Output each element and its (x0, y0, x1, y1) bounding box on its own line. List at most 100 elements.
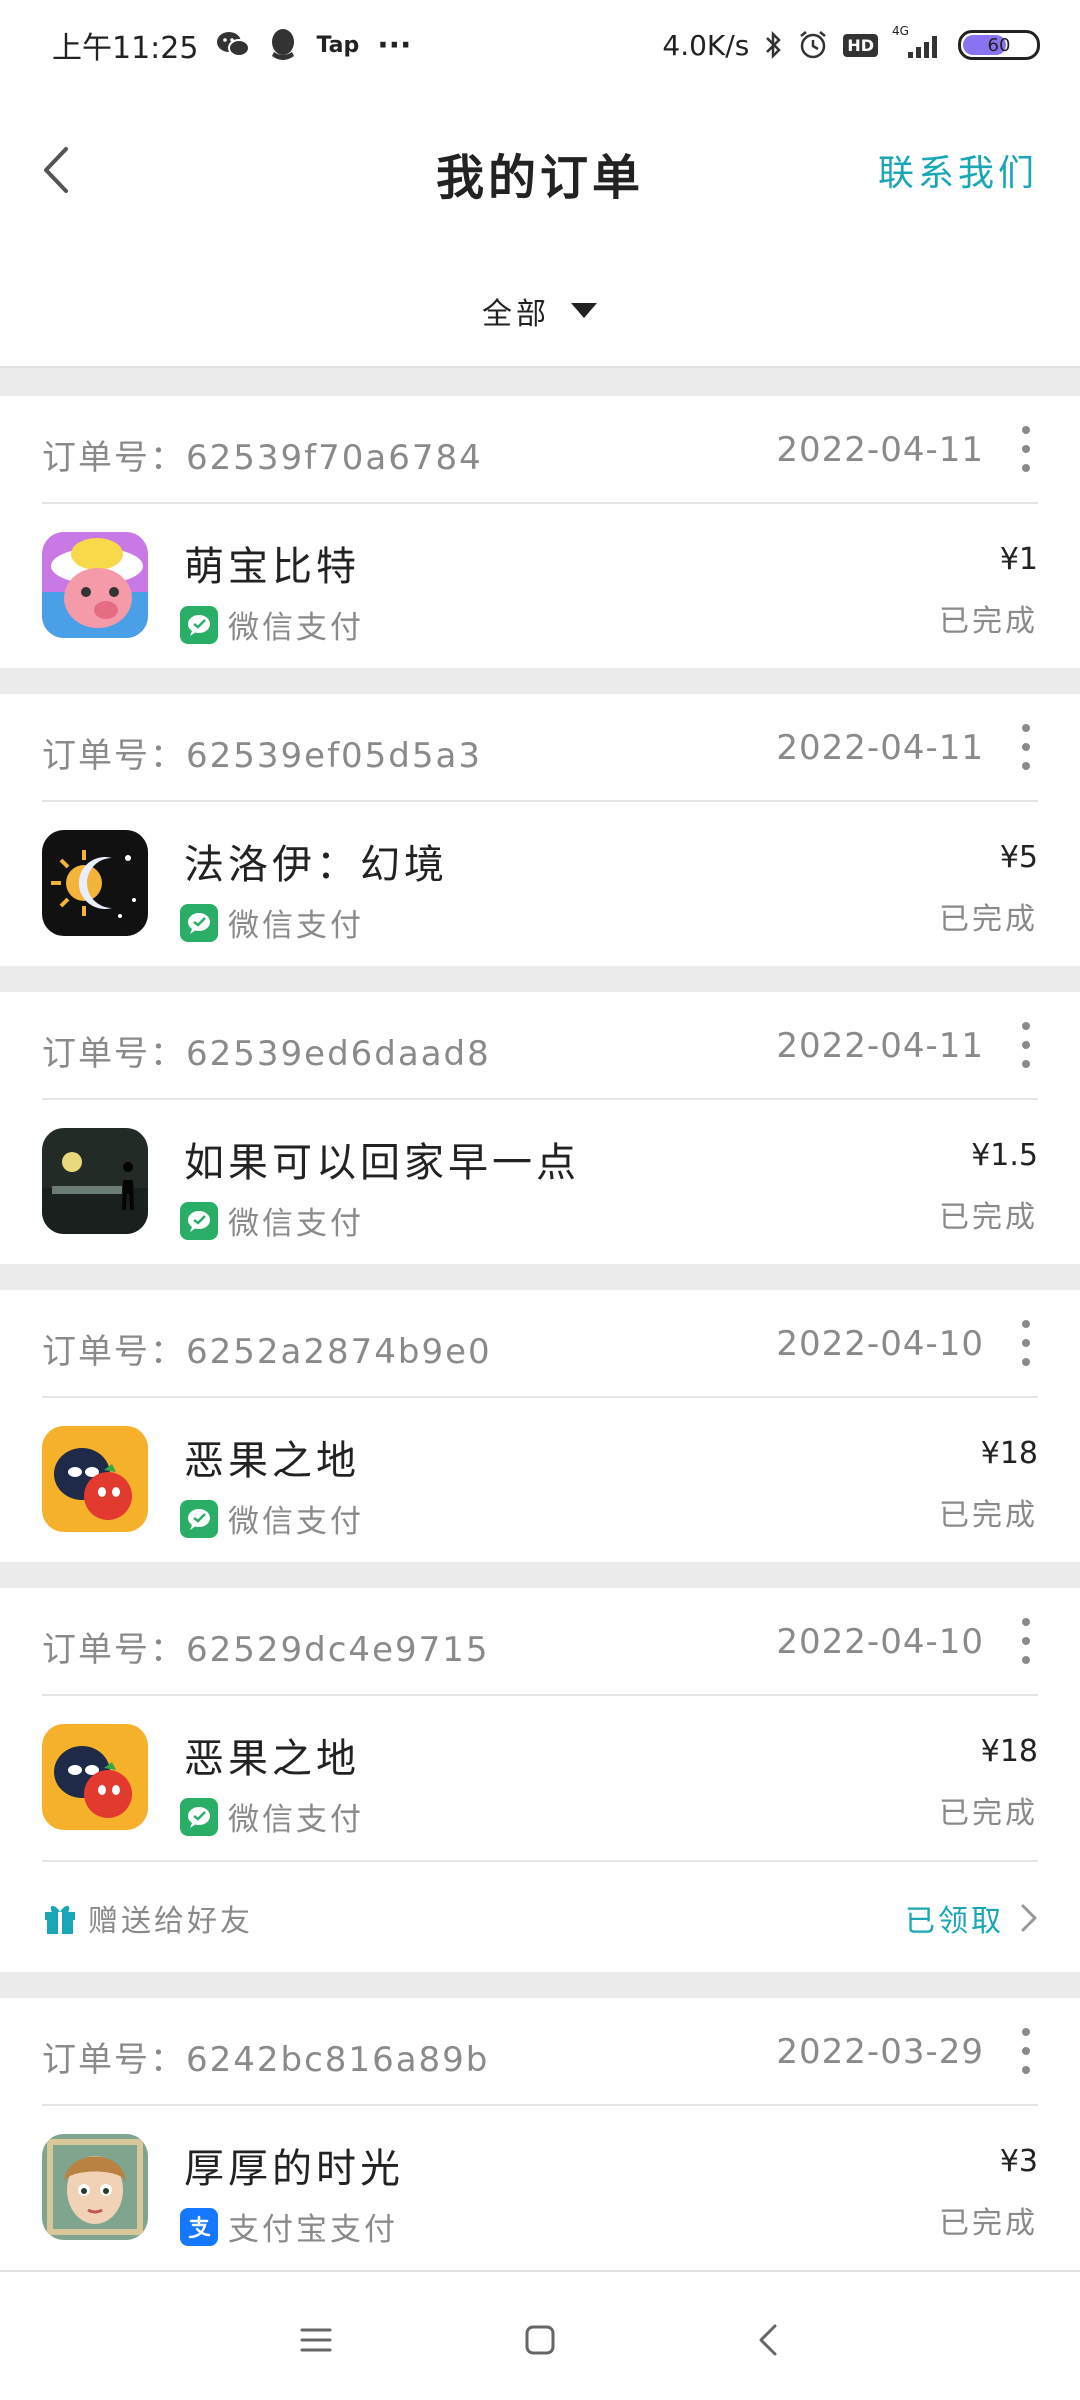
more-options-button[interactable] (1014, 1618, 1038, 1664)
gift-icon (45, 1905, 75, 1934)
signal-type: 4G (892, 24, 909, 38)
order-status: 已完成 (939, 604, 1038, 639)
net-speed: 4.0K/s (662, 28, 750, 62)
order-filter-dropdown[interactable]: 全部 (0, 256, 1080, 368)
gift-claimed-status: 已领取 (905, 1904, 1004, 1939)
order-card[interactable]: 订单号：62539ed6daad8 2022-04-11 如果可以回家早一点 微… (0, 992, 1080, 1264)
payment-method-label: 微信支付 (228, 610, 364, 646)
contact-us-link[interactable]: 联系我们 (878, 144, 1038, 196)
status-time: 上午11:25 (52, 31, 199, 66)
order-card[interactable]: 订单号：6252a2874b9e0 2022-04-10 恶果之地 微信支付 ¥… (0, 1290, 1080, 1562)
order-status: 已完成 (939, 1796, 1038, 1831)
game-icon (42, 1426, 148, 1532)
order-header: 订单号：62539ed6daad8 2022-04-11 (42, 992, 1038, 1100)
game-icon (42, 830, 148, 936)
game-name: 法洛伊：幻境 (184, 842, 448, 888)
game-name: 恶果之地 (184, 1736, 360, 1782)
wechat-icon (216, 30, 251, 60)
order-date: 2022-04-11 (776, 728, 984, 768)
back-arrow-icon (759, 2324, 777, 2356)
order-header: 订单号：62539ef05d5a3 2022-04-11 (42, 694, 1038, 802)
screen: 上午11:25 Tap ··· 4.0K/s HD 4G 60 我的订单 联系我… (0, 0, 1080, 2400)
game-icon (42, 2134, 148, 2240)
more-options-button[interactable] (1014, 426, 1038, 472)
caret-down-icon (571, 303, 597, 318)
payment-method-label: 微信支付 (228, 1802, 364, 1838)
nav-back-button[interactable] (738, 2312, 798, 2368)
home-square-icon (525, 2325, 555, 2355)
payment-method-label: 微信支付 (228, 908, 364, 944)
gift-to-friend-label: 赠送给好友 (88, 1904, 253, 1939)
order-header: 订单号：62529dc4e9715 2022-04-10 (42, 1588, 1038, 1696)
taptap-icon: Tap (316, 32, 360, 58)
signal-icon: 4G (892, 24, 944, 60)
payment-method: 微信支付 (180, 900, 364, 945)
order-date: 2022-04-11 (776, 430, 984, 470)
order-number: 订单号：62539ef05d5a3 (42, 736, 482, 776)
order-number: 订单号：62539ed6daad8 (42, 1034, 491, 1074)
order-number: 订单号：62529dc4e9715 (42, 1630, 490, 1670)
bluetooth-icon (763, 29, 783, 61)
game-name: 厚厚的时光 (184, 2146, 404, 2192)
more-options-button[interactable] (1014, 1320, 1038, 1366)
payment-method: 支付宝支付 (180, 2204, 398, 2249)
game-name: 萌宝比特 (184, 544, 360, 590)
alarm-icon (797, 29, 829, 61)
qq-icon (268, 28, 298, 62)
order-status: 已完成 (939, 2206, 1038, 2241)
payment-method-label: 支付宝支付 (228, 2212, 398, 2248)
nav-home-button[interactable] (510, 2312, 570, 2368)
game-icon (42, 1128, 148, 1234)
payment-method-label: 微信支付 (228, 1206, 364, 1242)
order-status: 已完成 (939, 1200, 1038, 1235)
order-card[interactable]: 订单号：62539ef05d5a3 2022-04-11 法洛伊：幻境 微信支付… (0, 694, 1080, 966)
wechat-pay-icon (180, 605, 218, 644)
order-header: 订单号：62539f70a6784 2022-04-11 (42, 396, 1038, 504)
order-card[interactable]: 订单号：6242bc816a89b 2022-03-29 厚厚的时光 支付宝支付… (0, 1998, 1080, 2270)
wechat-pay-icon (180, 1797, 218, 1836)
order-price: ¥1 (999, 542, 1038, 577)
game-name: 如果可以回家早一点 (184, 1140, 580, 1186)
more-notifications-icon: ··· (377, 27, 412, 63)
payment-method: 微信支付 (180, 1794, 364, 1839)
system-nav-bar (0, 2270, 1080, 2400)
order-body: 法洛伊：幻境 微信支付 ¥5 已完成 (42, 802, 1038, 966)
filter-selected-label: 全部 (482, 297, 550, 332)
order-number: 订单号：6242bc816a89b (42, 2040, 490, 2080)
order-date: 2022-04-11 (776, 1026, 984, 1066)
more-options-button[interactable] (1014, 1022, 1038, 1068)
order-card[interactable]: 订单号：62529dc4e9715 2022-04-10 恶果之地 微信支付 ¥… (0, 1588, 1080, 1972)
game-name: 恶果之地 (184, 1438, 360, 1484)
more-options-button[interactable] (1014, 724, 1038, 770)
more-options-button[interactable] (1014, 2028, 1038, 2074)
order-header: 订单号：6252a2874b9e0 2022-04-10 (42, 1290, 1038, 1398)
order-date: 2022-04-10 (776, 1622, 984, 1662)
game-icon (42, 532, 148, 638)
order-price: ¥3 (999, 2144, 1038, 2179)
payment-method: 微信支付 (180, 1496, 364, 1541)
order-status: 已完成 (939, 902, 1038, 937)
payment-method: 微信支付 (180, 602, 364, 647)
status-bar: 上午11:25 Tap ··· 4.0K/s HD 4G 60 (0, 0, 1080, 90)
hd-icon: HD (843, 33, 878, 57)
order-header: 订单号：6242bc816a89b 2022-03-29 (42, 1998, 1038, 2106)
order-body: 萌宝比特 微信支付 ¥1 已完成 (42, 504, 1038, 668)
game-icon (42, 1724, 148, 1830)
alipay-icon (180, 2207, 218, 2246)
app-header: 我的订单 联系我们 (0, 90, 1080, 256)
gift-row[interactable]: 赠送给好友 已领取 (42, 1860, 1038, 1970)
order-card[interactable]: 订单号：62539f70a6784 2022-04-11 萌宝比特 微信支付 ¥… (0, 396, 1080, 668)
menu-icon (300, 2328, 332, 2352)
order-number: 订单号：6252a2874b9e0 (42, 1332, 492, 1372)
payment-method: 微信支付 (180, 1198, 364, 1243)
battery-level: 60 (987, 34, 1011, 56)
order-date: 2022-04-10 (776, 1324, 984, 1364)
nav-menu-button[interactable] (286, 2312, 346, 2368)
order-date: 2022-03-29 (776, 2032, 984, 2072)
order-body: 如果可以回家早一点 微信支付 ¥1.5 已完成 (42, 1100, 1038, 1264)
order-status: 已完成 (939, 1498, 1038, 1533)
wechat-pay-icon (180, 1201, 218, 1240)
order-price: ¥1.5 (971, 1138, 1038, 1173)
order-number: 订单号：62539f70a6784 (42, 438, 483, 478)
order-body: 恶果之地 微信支付 ¥18 已完成 (42, 1696, 1038, 1860)
